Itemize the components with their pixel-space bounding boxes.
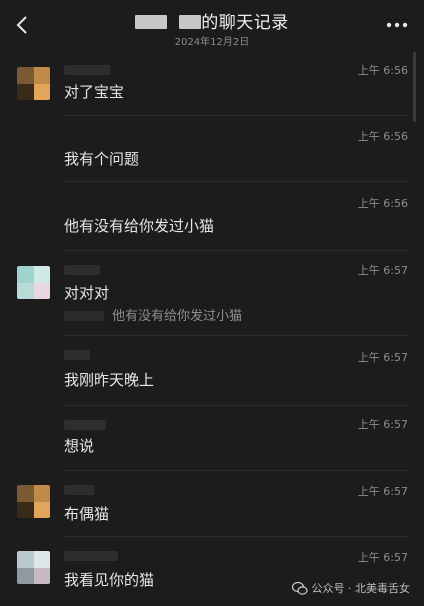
history-date: 2024年12月2日 bbox=[174, 37, 250, 48]
quoted-text: 他有没有给你发过小猫 bbox=[112, 309, 243, 324]
blurred-name bbox=[179, 15, 202, 29]
sender-name bbox=[64, 485, 94, 495]
more-options-icon[interactable] bbox=[386, 22, 408, 28]
sender-name bbox=[64, 265, 100, 275]
list-item: 上午 6:57 想说 bbox=[0, 406, 424, 470]
blurred-name bbox=[135, 15, 168, 29]
quoted-sender bbox=[64, 311, 104, 321]
sender-name bbox=[64, 65, 110, 75]
message-text: 对对对 bbox=[64, 284, 110, 302]
sender-name bbox=[64, 551, 118, 561]
list-item: 上午 6:57 对对对 他有没有给你发过小猫 bbox=[0, 251, 424, 335]
message-time: 上午 6:56 bbox=[357, 64, 408, 77]
avatar bbox=[17, 551, 50, 584]
message-time: 上午 6:57 bbox=[357, 351, 408, 364]
message-text: 想说 bbox=[64, 437, 95, 455]
message-text: 我刚昨天晚上 bbox=[64, 371, 155, 389]
avatar bbox=[17, 67, 50, 100]
page-title: 的聊天记录 bbox=[0, 8, 424, 33]
sender-name bbox=[64, 350, 90, 360]
watermark: 公众号 · 北美毒舌女 bbox=[291, 580, 411, 596]
watermark-text: 公众号 · 北美毒舌女 bbox=[311, 582, 411, 595]
message-time: 上午 6:56 bbox=[357, 197, 408, 210]
list-item: 上午 6:56 对了宝宝 bbox=[0, 52, 424, 115]
message-time: 上午 6:57 bbox=[357, 485, 408, 498]
sender-name bbox=[64, 420, 106, 430]
avatar bbox=[17, 266, 50, 299]
message-text: 他有没有给你发过小猫 bbox=[64, 217, 215, 235]
message-text: 我有个问题 bbox=[64, 150, 140, 168]
message-text: 布偶猫 bbox=[64, 505, 110, 523]
message-text: 对了宝宝 bbox=[64, 83, 125, 101]
title-block: 的聊天记录 2024年12月2日 bbox=[0, 8, 424, 48]
list-item: 上午 6:56 我有个问题 bbox=[0, 116, 424, 181]
title-suffix: 的聊天记录 bbox=[201, 13, 289, 33]
message-text: 我看见你的猫 bbox=[64, 571, 155, 589]
avatar bbox=[17, 485, 50, 518]
chat-history-header: 的聊天记录 2024年12月2日 bbox=[0, 0, 424, 52]
wechat-icon bbox=[291, 581, 308, 595]
list-item: 上午 6:56 他有没有给你发过小猫 bbox=[0, 182, 424, 250]
quoted-message: 他有没有给你发过小猫 bbox=[64, 305, 242, 324]
message-time: 上午 6:57 bbox=[357, 551, 408, 564]
message-time: 上午 6:57 bbox=[357, 264, 408, 277]
list-item: 上午 6:57 布偶猫 bbox=[0, 471, 424, 536]
message-time: 上午 6:56 bbox=[357, 130, 408, 143]
list-item: 上午 6:57 我刚昨天晚上 bbox=[0, 336, 424, 405]
message-time: 上午 6:57 bbox=[357, 418, 408, 431]
